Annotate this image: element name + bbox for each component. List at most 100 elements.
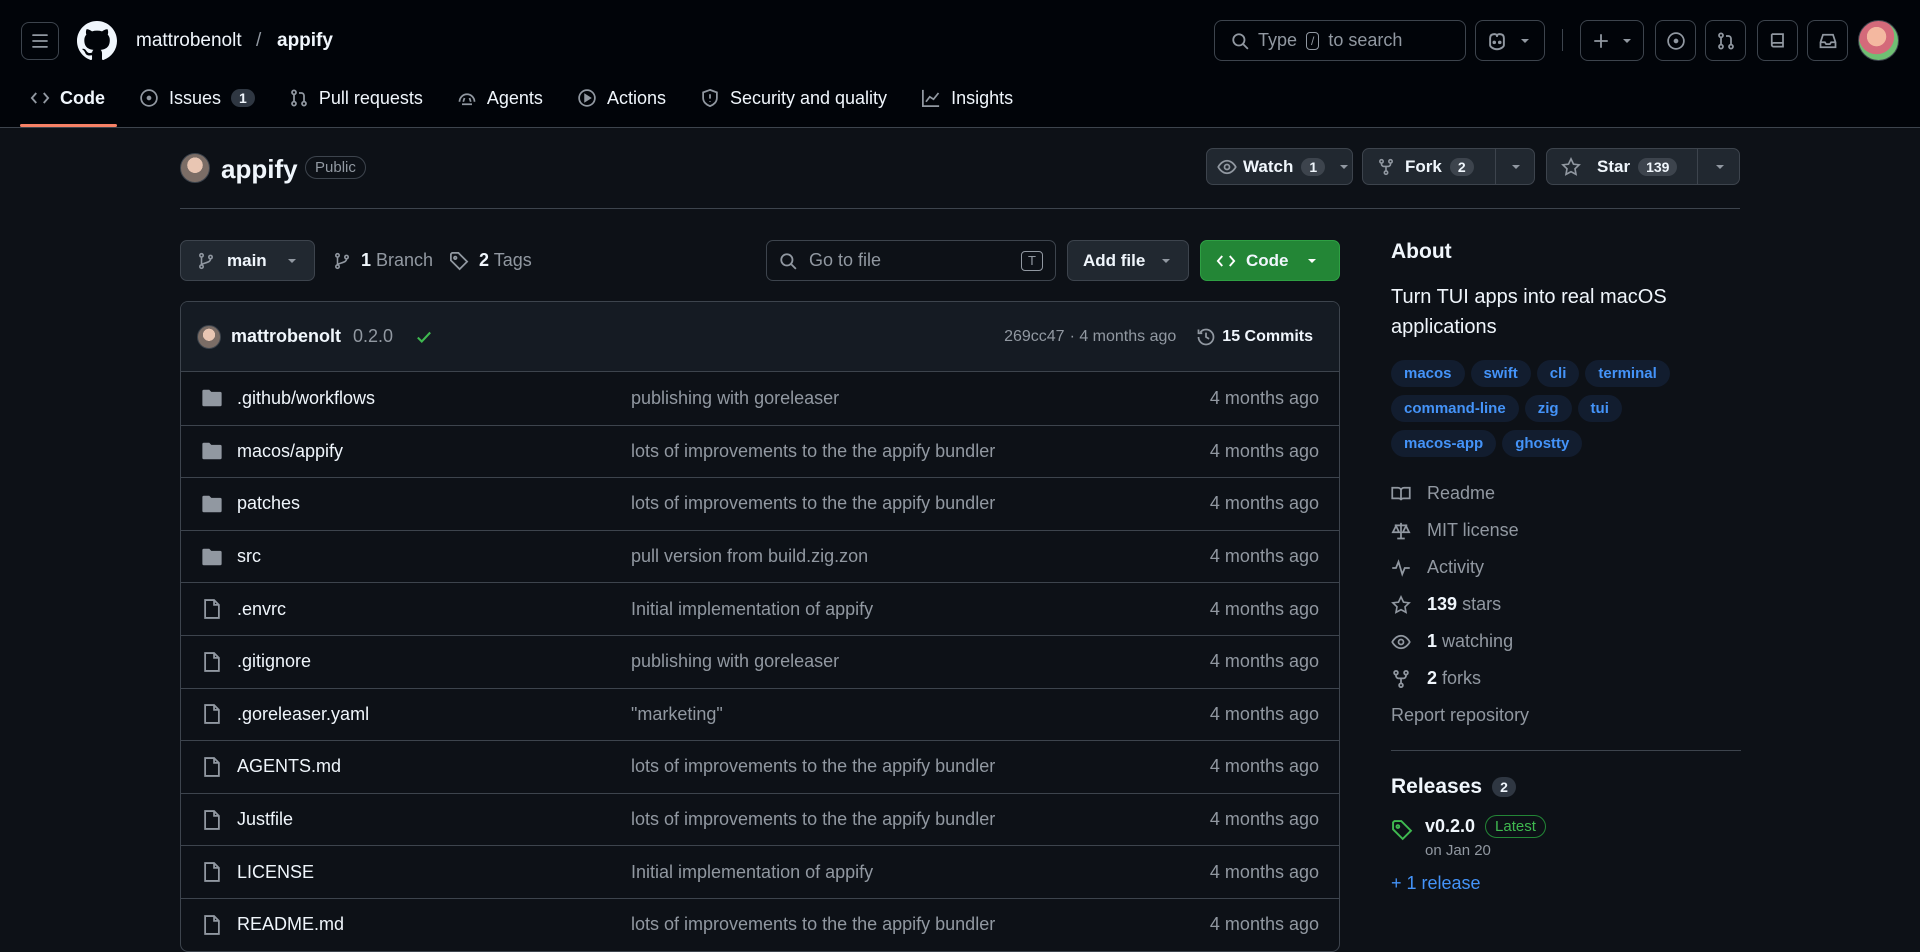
file-name[interactable]: LICENSE bbox=[237, 862, 314, 883]
file-name[interactable]: src bbox=[237, 546, 261, 567]
commit-message-cell[interactable]: publishing with goreleaser bbox=[631, 388, 1210, 409]
code-button[interactable]: Code bbox=[1200, 240, 1340, 281]
watchers-link[interactable]: 1 watching bbox=[1391, 623, 1741, 660]
tab-actions[interactable]: Actions bbox=[577, 84, 682, 112]
star-button[interactable]: Star 139 bbox=[1546, 148, 1740, 185]
commits-history-link[interactable]: 15 Commits bbox=[1196, 327, 1313, 347]
github-logo-icon[interactable] bbox=[77, 21, 117, 61]
commit-message-cell[interactable]: Initial implementation of appify bbox=[631, 862, 1210, 883]
repo-avatar[interactable] bbox=[180, 153, 210, 183]
file-name-cell[interactable]: .gitignore bbox=[201, 651, 631, 673]
file-name-cell[interactable]: .goreleaser.yaml bbox=[201, 703, 631, 725]
file-name-cell[interactable]: README.md bbox=[201, 914, 631, 936]
file-name[interactable]: AGENTS.md bbox=[237, 756, 341, 777]
topic-tag[interactable]: cli bbox=[1536, 360, 1580, 387]
file-name[interactable]: .github/workflows bbox=[237, 388, 375, 409]
breadcrumb-repo[interactable]: appify bbox=[277, 30, 333, 52]
commit-message-cell[interactable]: lots of improvements to the the appify b… bbox=[631, 914, 1210, 935]
file-name[interactable]: .goreleaser.yaml bbox=[237, 704, 369, 725]
fork-button[interactable]: Fork 2 bbox=[1362, 148, 1535, 185]
topic-tag[interactable]: macos bbox=[1391, 360, 1465, 387]
topic-tag[interactable]: tui bbox=[1577, 395, 1622, 422]
table-row[interactable]: patches lots of improvements to the the a… bbox=[181, 477, 1339, 530]
table-row[interactable]: README.md lots of improvements to the the… bbox=[181, 897, 1339, 951]
check-icon[interactable] bbox=[415, 328, 433, 346]
commit-hash[interactable]: 269cc47 bbox=[1004, 328, 1065, 346]
tags-link[interactable]: 2 Tags bbox=[449, 250, 532, 271]
readme-link[interactable]: Readme bbox=[1391, 475, 1741, 512]
pull-requests-shortcut-button[interactable] bbox=[1705, 20, 1746, 61]
chevron-down-icon[interactable] bbox=[1511, 162, 1521, 172]
tab-pull-requests[interactable]: Pull requests bbox=[289, 84, 439, 112]
issues-shortcut-button[interactable] bbox=[1655, 20, 1696, 61]
tab-agents[interactable]: Agents bbox=[457, 84, 559, 112]
forks-link[interactable]: 2 forks bbox=[1391, 660, 1741, 697]
branches-link[interactable]: 1 Branch bbox=[333, 250, 433, 271]
chevron-down-icon[interactable] bbox=[1715, 162, 1725, 172]
file-name[interactable]: README.md bbox=[237, 914, 344, 935]
latest-release[interactable]: v0.2.0 Latest on Jan 20 bbox=[1391, 815, 1741, 859]
tab-issues[interactable]: Issues 1 bbox=[139, 84, 271, 112]
repo-title[interactable]: appify bbox=[221, 154, 298, 185]
release-tag[interactable]: v0.2.0 bbox=[1425, 816, 1475, 837]
releases-title[interactable]: Releases bbox=[1391, 775, 1482, 799]
activity-link[interactable]: Activity bbox=[1391, 549, 1741, 586]
tab-code[interactable]: Code bbox=[30, 84, 121, 112]
commit-author-avatar[interactable] bbox=[197, 324, 221, 349]
table-row[interactable]: .goreleaser.yaml "marketing" 4 months ago bbox=[181, 687, 1339, 741]
go-to-file-input[interactable]: Go to file T bbox=[766, 240, 1056, 281]
commit-message-cell[interactable]: lots of improvements to the the appify b… bbox=[631, 493, 1210, 514]
branch-selector[interactable]: main bbox=[180, 240, 315, 281]
tab-insights[interactable]: Insights bbox=[921, 84, 1029, 112]
create-new-button[interactable] bbox=[1580, 20, 1644, 61]
file-name-cell[interactable]: LICENSE bbox=[201, 861, 631, 883]
file-name[interactable]: .gitignore bbox=[237, 651, 311, 672]
tab-security[interactable]: Security and quality bbox=[700, 84, 903, 112]
file-name-cell[interactable]: macos/appify bbox=[201, 440, 631, 462]
table-row[interactable]: Justfile lots of improvements to the the … bbox=[181, 792, 1339, 846]
stars-link[interactable]: 139 stars bbox=[1391, 586, 1741, 623]
commit-message[interactable]: 0.2.0 bbox=[353, 326, 393, 347]
add-file-button[interactable]: Add file bbox=[1067, 240, 1189, 281]
more-releases-link[interactable]: + 1 release bbox=[1391, 873, 1741, 894]
file-name[interactable]: patches bbox=[237, 493, 300, 514]
commit-message-cell[interactable]: lots of improvements to the the appify b… bbox=[631, 441, 1210, 462]
topic-tag[interactable]: macos-app bbox=[1391, 430, 1497, 457]
file-name-cell[interactable]: patches bbox=[201, 493, 631, 515]
license-link[interactable]: MIT license bbox=[1391, 512, 1741, 549]
file-name[interactable]: macos/appify bbox=[237, 441, 343, 462]
file-name[interactable]: .envrc bbox=[237, 599, 286, 620]
file-name-cell[interactable]: src bbox=[201, 546, 631, 568]
file-name-cell[interactable]: .github/workflows bbox=[201, 387, 631, 409]
topic-tag[interactable]: zig bbox=[1524, 395, 1572, 422]
commit-message-cell[interactable]: "marketing" bbox=[631, 704, 1210, 725]
table-row[interactable]: .gitignore publishing with goreleaser 4 mo… bbox=[181, 634, 1339, 688]
file-name-cell[interactable]: Justfile bbox=[201, 809, 631, 831]
report-repository-link[interactable]: Report repository bbox=[1391, 697, 1741, 734]
copilot-button[interactable] bbox=[1475, 20, 1545, 61]
inbox-button[interactable] bbox=[1807, 20, 1848, 61]
table-row[interactable]: AGENTS.md lots of improvements to the the… bbox=[181, 740, 1339, 793]
table-row[interactable]: src pull version from build.zig.zon 4 mont… bbox=[181, 529, 1339, 583]
topic-tag[interactable]: swift bbox=[1470, 360, 1531, 387]
file-name-cell[interactable]: .envrc bbox=[201, 598, 631, 620]
commit-message-cell[interactable]: Initial implementation of appify bbox=[631, 599, 1210, 620]
file-name-cell[interactable]: AGENTS.md bbox=[201, 756, 631, 778]
file-name[interactable]: Justfile bbox=[237, 809, 293, 830]
topic-tag[interactable]: terminal bbox=[1585, 360, 1670, 387]
breadcrumb-owner[interactable]: mattrobenolt bbox=[136, 30, 242, 52]
commit-author[interactable]: mattrobenolt bbox=[231, 326, 341, 347]
table-row[interactable]: macos/appify lots of improvements to the … bbox=[181, 424, 1339, 478]
menu-button[interactable] bbox=[21, 22, 59, 60]
search-input[interactable]: Type / to search bbox=[1214, 20, 1466, 61]
commit-message-cell[interactable]: lots of improvements to the the appify b… bbox=[631, 809, 1210, 830]
table-row[interactable]: .github/workflows publishing with gorelea… bbox=[181, 372, 1339, 425]
repositories-shortcut-button[interactable] bbox=[1757, 20, 1798, 61]
commit-message-cell[interactable]: pull version from build.zig.zon bbox=[631, 546, 1210, 567]
topic-tag[interactable]: command-line bbox=[1391, 395, 1519, 422]
commit-message-cell[interactable]: lots of improvements to the the appify b… bbox=[631, 756, 1210, 777]
table-row[interactable]: LICENSE Initial implementation of appify 4… bbox=[181, 845, 1339, 898]
watch-button[interactable]: Watch 1 bbox=[1206, 148, 1353, 185]
avatar[interactable] bbox=[1858, 20, 1899, 61]
commit-message-cell[interactable]: publishing with goreleaser bbox=[631, 651, 1210, 672]
